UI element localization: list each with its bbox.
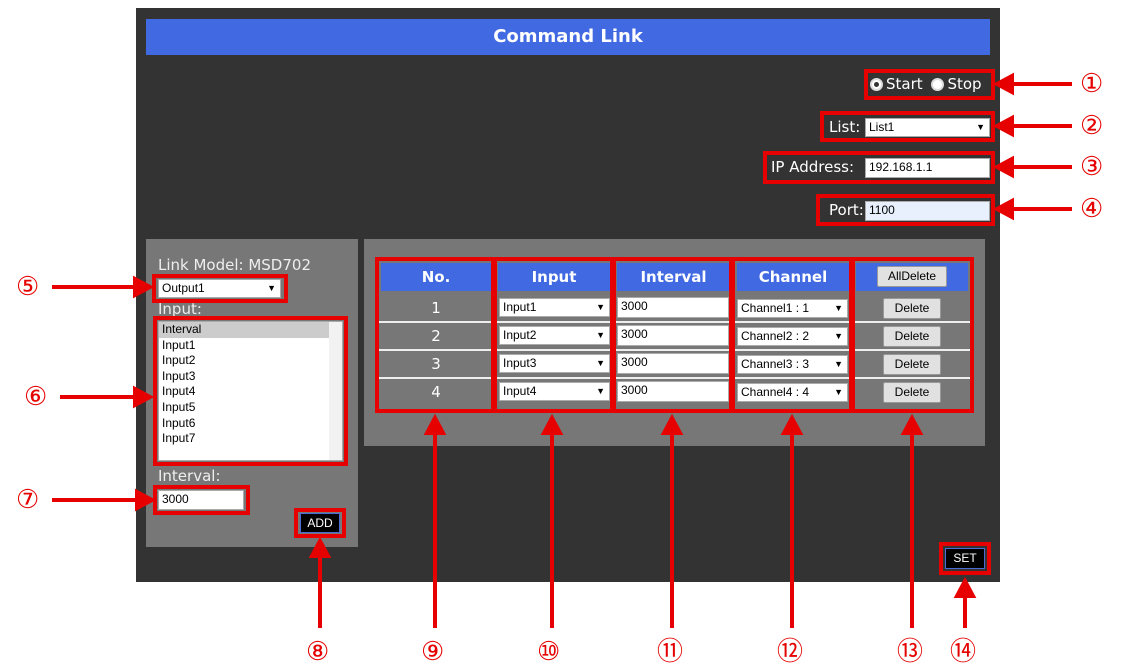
callout-13: ⑬ <box>897 637 924 667</box>
callout-10: ⑩ <box>537 637 561 667</box>
callout-6: ⑥ <box>24 382 48 412</box>
callout-3: ③ <box>1080 152 1104 182</box>
callout-arrows <box>52 72 1072 628</box>
callout-8: ⑧ <box>306 637 330 667</box>
callout-11: ⑪ <box>657 637 684 667</box>
callout-4: ④ <box>1080 194 1104 224</box>
callout-7: ⑦ <box>16 485 40 515</box>
callout-1: ① <box>1080 69 1104 99</box>
callout-5: ⑤ <box>16 272 40 302</box>
callout-14: ⑭ <box>950 637 977 667</box>
callout-12: ⑫ <box>777 637 804 667</box>
callout-9: ⑨ <box>421 637 445 667</box>
callout-2: ② <box>1080 111 1104 141</box>
